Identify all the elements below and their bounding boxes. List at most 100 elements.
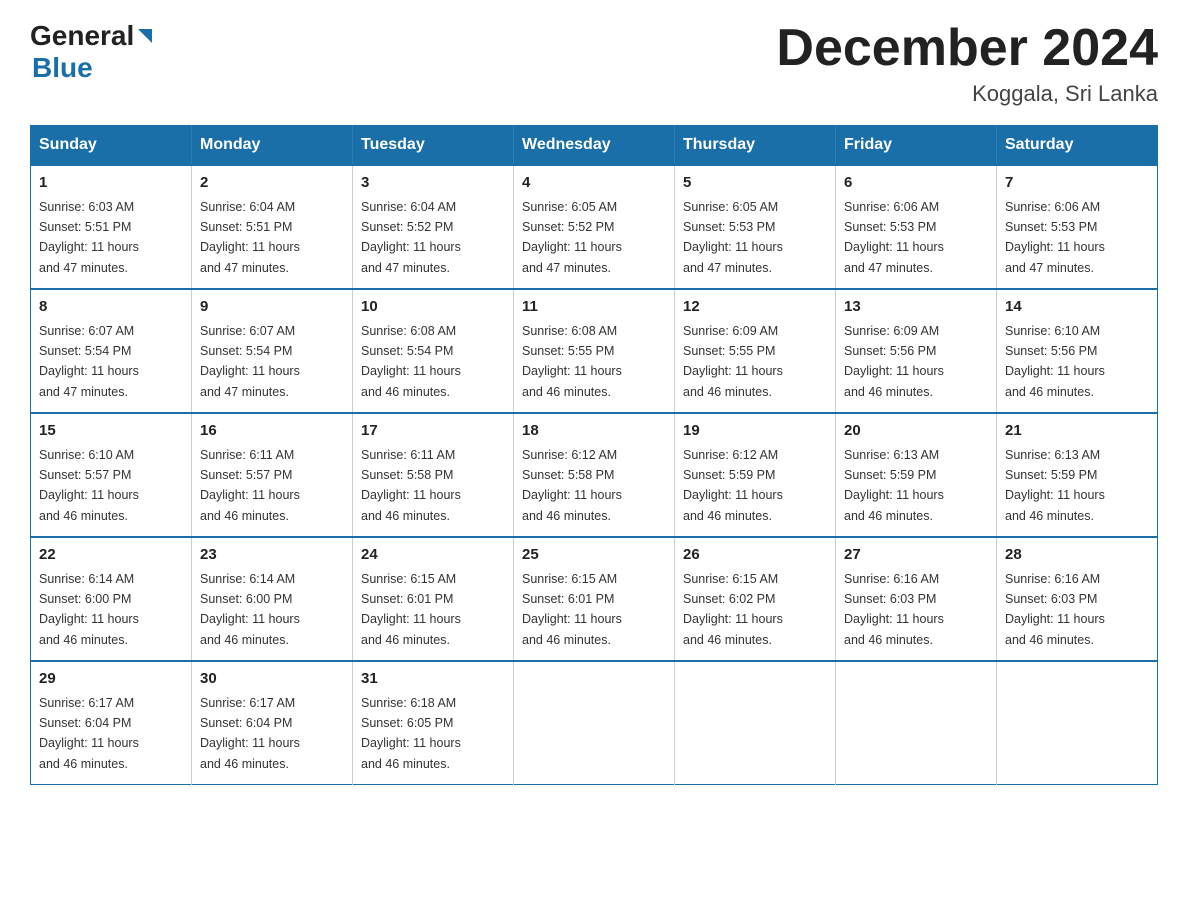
day-info: Sunrise: 6:13 AMSunset: 5:59 PMDaylight:… bbox=[1005, 448, 1105, 523]
day-info: Sunrise: 6:09 AMSunset: 5:56 PMDaylight:… bbox=[844, 324, 944, 399]
day-number: 7 bbox=[1005, 172, 1149, 195]
calendar-day-cell: 29 Sunrise: 6:17 AMSunset: 6:04 PMDaylig… bbox=[31, 661, 192, 785]
calendar-day-cell: 22 Sunrise: 6:14 AMSunset: 6:00 PMDaylig… bbox=[31, 537, 192, 661]
calendar-header-tuesday: Tuesday bbox=[353, 126, 514, 166]
calendar-day-cell: 1 Sunrise: 6:03 AMSunset: 5:51 PMDayligh… bbox=[31, 165, 192, 289]
day-number: 28 bbox=[1005, 544, 1149, 567]
calendar-day-cell: 26 Sunrise: 6:15 AMSunset: 6:02 PMDaylig… bbox=[675, 537, 836, 661]
day-number: 16 bbox=[200, 420, 344, 443]
day-info: Sunrise: 6:18 AMSunset: 6:05 PMDaylight:… bbox=[361, 696, 461, 771]
day-number: 3 bbox=[361, 172, 505, 195]
calendar-day-cell: 27 Sunrise: 6:16 AMSunset: 6:03 PMDaylig… bbox=[836, 537, 997, 661]
day-number: 24 bbox=[361, 544, 505, 567]
calendar-day-cell: 13 Sunrise: 6:09 AMSunset: 5:56 PMDaylig… bbox=[836, 289, 997, 413]
day-info: Sunrise: 6:17 AMSunset: 6:04 PMDaylight:… bbox=[200, 696, 300, 771]
calendar-day-cell bbox=[514, 661, 675, 785]
day-info: Sunrise: 6:07 AMSunset: 5:54 PMDaylight:… bbox=[200, 324, 300, 399]
calendar-day-cell: 14 Sunrise: 6:10 AMSunset: 5:56 PMDaylig… bbox=[997, 289, 1158, 413]
day-number: 29 bbox=[39, 668, 183, 691]
day-info: Sunrise: 6:05 AMSunset: 5:53 PMDaylight:… bbox=[683, 200, 783, 275]
calendar-day-cell: 7 Sunrise: 6:06 AMSunset: 5:53 PMDayligh… bbox=[997, 165, 1158, 289]
calendar-day-cell: 23 Sunrise: 6:14 AMSunset: 6:00 PMDaylig… bbox=[192, 537, 353, 661]
day-number: 23 bbox=[200, 544, 344, 567]
day-number: 9 bbox=[200, 296, 344, 319]
day-info: Sunrise: 6:17 AMSunset: 6:04 PMDaylight:… bbox=[39, 696, 139, 771]
day-info: Sunrise: 6:11 AMSunset: 5:57 PMDaylight:… bbox=[200, 448, 300, 523]
day-number: 31 bbox=[361, 668, 505, 691]
day-info: Sunrise: 6:12 AMSunset: 5:58 PMDaylight:… bbox=[522, 448, 622, 523]
calendar-day-cell: 16 Sunrise: 6:11 AMSunset: 5:57 PMDaylig… bbox=[192, 413, 353, 537]
logo-arrow-icon bbox=[134, 25, 156, 47]
day-number: 19 bbox=[683, 420, 827, 443]
day-number: 11 bbox=[522, 296, 666, 319]
calendar-header-sunday: Sunday bbox=[31, 126, 192, 166]
calendar-day-cell bbox=[997, 661, 1158, 785]
day-number: 18 bbox=[522, 420, 666, 443]
day-number: 21 bbox=[1005, 420, 1149, 443]
calendar-day-cell: 21 Sunrise: 6:13 AMSunset: 5:59 PMDaylig… bbox=[997, 413, 1158, 537]
calendar-day-cell: 9 Sunrise: 6:07 AMSunset: 5:54 PMDayligh… bbox=[192, 289, 353, 413]
title-block: December 2024 Koggala, Sri Lanka bbox=[776, 20, 1158, 107]
day-number: 8 bbox=[39, 296, 183, 319]
day-number: 27 bbox=[844, 544, 988, 567]
calendar-day-cell: 20 Sunrise: 6:13 AMSunset: 5:59 PMDaylig… bbox=[836, 413, 997, 537]
calendar-table: SundayMondayTuesdayWednesdayThursdayFrid… bbox=[30, 125, 1158, 785]
calendar-day-cell bbox=[836, 661, 997, 785]
day-number: 26 bbox=[683, 544, 827, 567]
calendar-day-cell: 2 Sunrise: 6:04 AMSunset: 5:51 PMDayligh… bbox=[192, 165, 353, 289]
calendar-header-monday: Monday bbox=[192, 126, 353, 166]
calendar-day-cell bbox=[675, 661, 836, 785]
day-number: 25 bbox=[522, 544, 666, 567]
page-title: December 2024 bbox=[776, 20, 1158, 77]
day-info: Sunrise: 6:07 AMSunset: 5:54 PMDaylight:… bbox=[39, 324, 139, 399]
calendar-day-cell: 17 Sunrise: 6:11 AMSunset: 5:58 PMDaylig… bbox=[353, 413, 514, 537]
day-info: Sunrise: 6:10 AMSunset: 5:57 PMDaylight:… bbox=[39, 448, 139, 523]
day-info: Sunrise: 6:05 AMSunset: 5:52 PMDaylight:… bbox=[522, 200, 622, 275]
calendar-day-cell: 19 Sunrise: 6:12 AMSunset: 5:59 PMDaylig… bbox=[675, 413, 836, 537]
day-info: Sunrise: 6:08 AMSunset: 5:54 PMDaylight:… bbox=[361, 324, 461, 399]
calendar-day-cell: 10 Sunrise: 6:08 AMSunset: 5:54 PMDaylig… bbox=[353, 289, 514, 413]
calendar-day-cell: 30 Sunrise: 6:17 AMSunset: 6:04 PMDaylig… bbox=[192, 661, 353, 785]
calendar-header-saturday: Saturday bbox=[997, 126, 1158, 166]
calendar-week-row: 1 Sunrise: 6:03 AMSunset: 5:51 PMDayligh… bbox=[31, 165, 1158, 289]
calendar-header-thursday: Thursday bbox=[675, 126, 836, 166]
calendar-day-cell: 25 Sunrise: 6:15 AMSunset: 6:01 PMDaylig… bbox=[514, 537, 675, 661]
day-info: Sunrise: 6:04 AMSunset: 5:51 PMDaylight:… bbox=[200, 200, 300, 275]
day-number: 20 bbox=[844, 420, 988, 443]
logo-general-text: General bbox=[30, 20, 134, 52]
logo: General Blue bbox=[30, 20, 156, 84]
day-number: 1 bbox=[39, 172, 183, 195]
page-header: General Blue December 2024 Koggala, Sri … bbox=[30, 20, 1158, 107]
calendar-day-cell: 3 Sunrise: 6:04 AMSunset: 5:52 PMDayligh… bbox=[353, 165, 514, 289]
calendar-week-row: 29 Sunrise: 6:17 AMSunset: 6:04 PMDaylig… bbox=[31, 661, 1158, 785]
day-info: Sunrise: 6:16 AMSunset: 6:03 PMDaylight:… bbox=[1005, 572, 1105, 647]
calendar-day-cell: 5 Sunrise: 6:05 AMSunset: 5:53 PMDayligh… bbox=[675, 165, 836, 289]
calendar-day-cell: 18 Sunrise: 6:12 AMSunset: 5:58 PMDaylig… bbox=[514, 413, 675, 537]
calendar-week-row: 22 Sunrise: 6:14 AMSunset: 6:00 PMDaylig… bbox=[31, 537, 1158, 661]
day-number: 13 bbox=[844, 296, 988, 319]
calendar-day-cell: 4 Sunrise: 6:05 AMSunset: 5:52 PMDayligh… bbox=[514, 165, 675, 289]
day-info: Sunrise: 6:15 AMSunset: 6:02 PMDaylight:… bbox=[683, 572, 783, 647]
day-number: 10 bbox=[361, 296, 505, 319]
calendar-day-cell: 24 Sunrise: 6:15 AMSunset: 6:01 PMDaylig… bbox=[353, 537, 514, 661]
day-info: Sunrise: 6:15 AMSunset: 6:01 PMDaylight:… bbox=[361, 572, 461, 647]
calendar-day-cell: 11 Sunrise: 6:08 AMSunset: 5:55 PMDaylig… bbox=[514, 289, 675, 413]
day-info: Sunrise: 6:13 AMSunset: 5:59 PMDaylight:… bbox=[844, 448, 944, 523]
day-info: Sunrise: 6:09 AMSunset: 5:55 PMDaylight:… bbox=[683, 324, 783, 399]
day-info: Sunrise: 6:14 AMSunset: 6:00 PMDaylight:… bbox=[39, 572, 139, 647]
day-info: Sunrise: 6:08 AMSunset: 5:55 PMDaylight:… bbox=[522, 324, 622, 399]
day-number: 15 bbox=[39, 420, 183, 443]
day-info: Sunrise: 6:04 AMSunset: 5:52 PMDaylight:… bbox=[361, 200, 461, 275]
calendar-body: 1 Sunrise: 6:03 AMSunset: 5:51 PMDayligh… bbox=[31, 165, 1158, 785]
calendar-week-row: 8 Sunrise: 6:07 AMSunset: 5:54 PMDayligh… bbox=[31, 289, 1158, 413]
day-info: Sunrise: 6:12 AMSunset: 5:59 PMDaylight:… bbox=[683, 448, 783, 523]
calendar-day-cell: 6 Sunrise: 6:06 AMSunset: 5:53 PMDayligh… bbox=[836, 165, 997, 289]
day-number: 4 bbox=[522, 172, 666, 195]
day-number: 22 bbox=[39, 544, 183, 567]
day-number: 5 bbox=[683, 172, 827, 195]
day-info: Sunrise: 6:06 AMSunset: 5:53 PMDaylight:… bbox=[844, 200, 944, 275]
calendar-day-cell: 15 Sunrise: 6:10 AMSunset: 5:57 PMDaylig… bbox=[31, 413, 192, 537]
page-subtitle: Koggala, Sri Lanka bbox=[776, 81, 1158, 107]
logo-blue-text: Blue bbox=[32, 52, 93, 84]
calendar-day-cell: 31 Sunrise: 6:18 AMSunset: 6:05 PMDaylig… bbox=[353, 661, 514, 785]
